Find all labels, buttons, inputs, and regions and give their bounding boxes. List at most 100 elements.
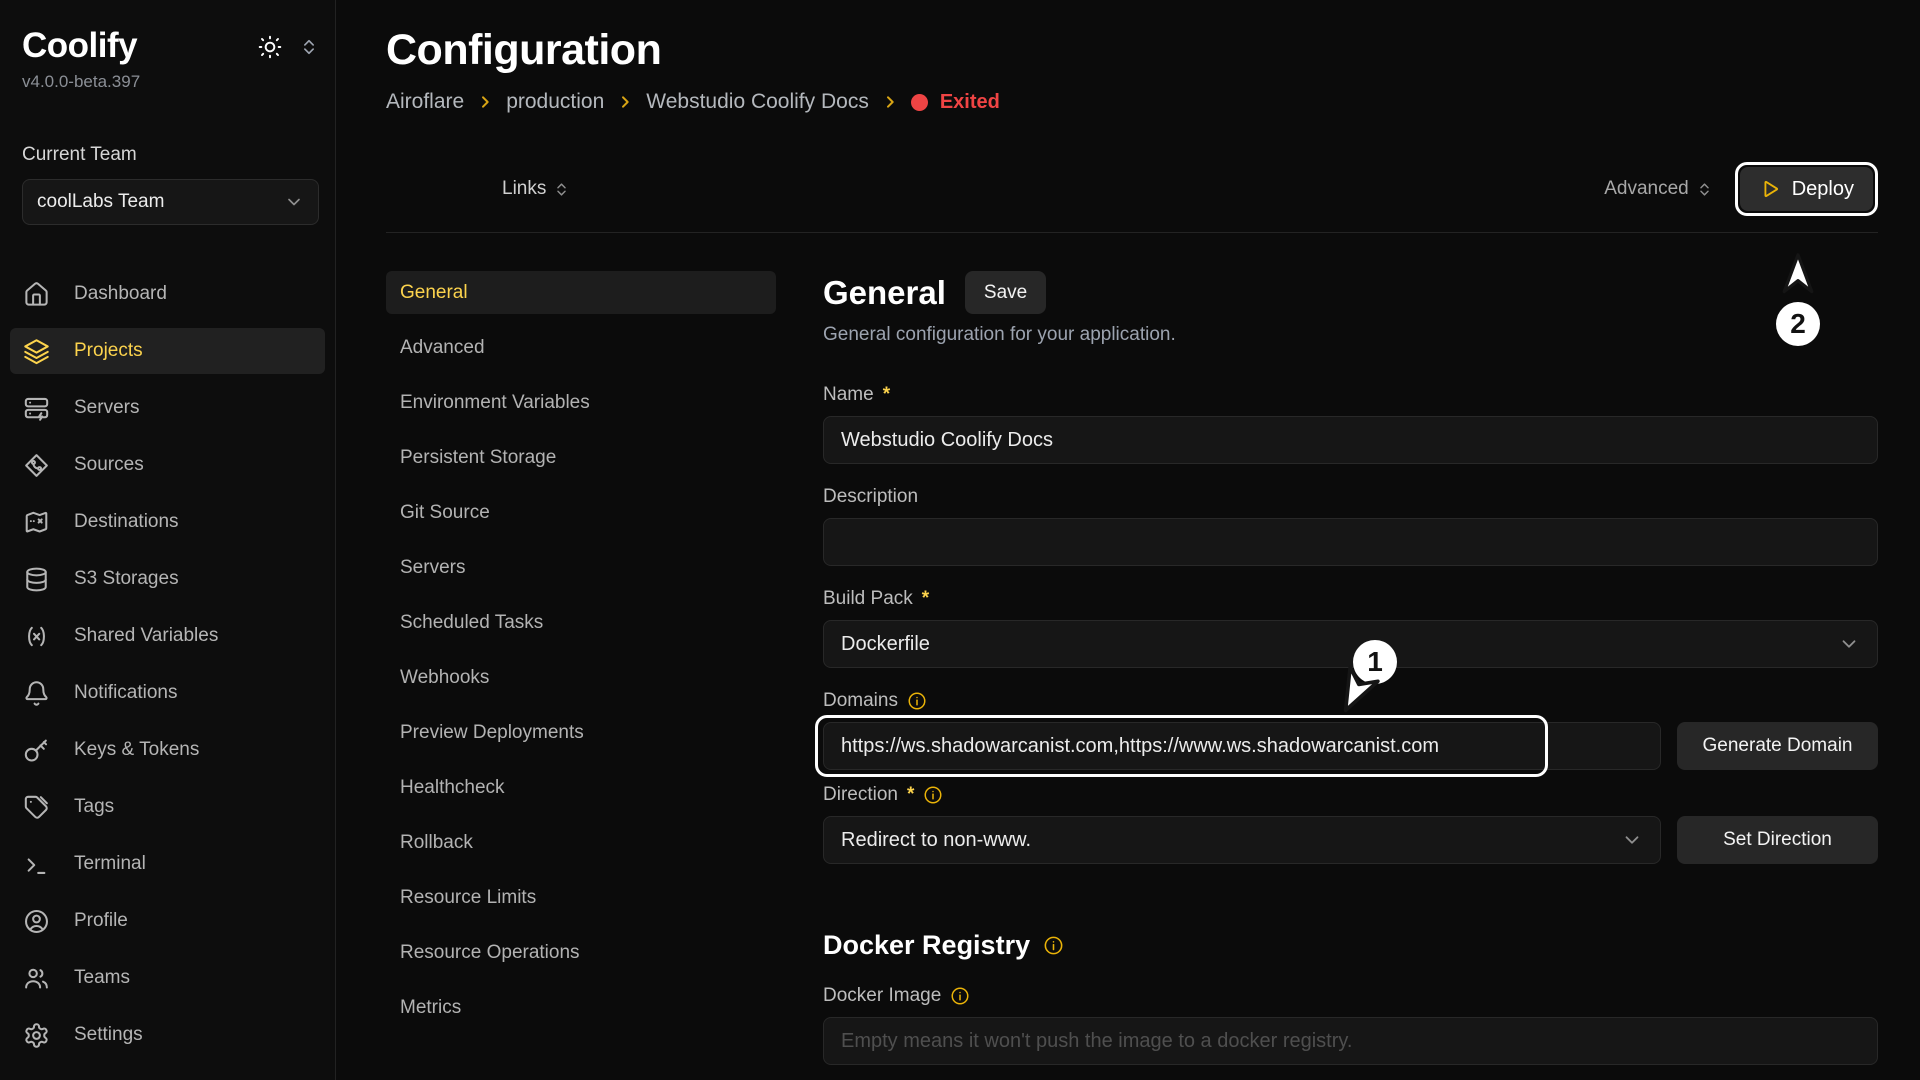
server-icon bbox=[23, 395, 50, 422]
sidebar-nav: Dashboard Projects Servers Sources Desti… bbox=[0, 271, 335, 1058]
advanced-dropdown[interactable]: Advanced bbox=[1604, 178, 1713, 200]
chevron-down-icon bbox=[284, 192, 304, 212]
subnav-item-label: General bbox=[400, 282, 468, 304]
sidebar-item[interactable]: Shared Variables bbox=[10, 613, 325, 659]
save-button[interactable]: Save bbox=[965, 271, 1046, 314]
sidebar-item[interactable]: Keys & Tokens bbox=[10, 727, 325, 773]
subnav-item-label: Servers bbox=[400, 557, 465, 579]
sidebar-item[interactable]: Destinations bbox=[10, 499, 325, 545]
docker-image-label: Docker Image bbox=[823, 985, 941, 1007]
sidebar-item[interactable]: Dashboard bbox=[10, 271, 325, 317]
sidebar-item-label: Profile bbox=[74, 910, 128, 932]
subnav-item[interactable]: Environment Variables bbox=[386, 381, 776, 424]
sidebar-item-label: Tags bbox=[74, 796, 114, 818]
direction-label: Direction bbox=[823, 784, 898, 806]
tag-icon bbox=[23, 794, 50, 821]
database-icon bbox=[23, 566, 50, 593]
subnav-item[interactable]: Resource Operations bbox=[386, 931, 776, 974]
description-label: Description bbox=[823, 486, 918, 508]
sidebar-item[interactable]: Notifications bbox=[10, 670, 325, 716]
team-select-value: coolLabs Team bbox=[37, 191, 164, 213]
subnav-item-label: Resource Limits bbox=[400, 887, 536, 909]
subnav-item[interactable]: Webhooks bbox=[386, 656, 776, 699]
subnav-item-label: Webhooks bbox=[400, 667, 489, 689]
name-input[interactable] bbox=[823, 416, 1878, 464]
status-badge: Exited bbox=[911, 91, 1000, 114]
sidebar-item[interactable]: Projects bbox=[10, 328, 325, 374]
description-input[interactable] bbox=[823, 518, 1878, 566]
app-logo[interactable]: Coolify bbox=[22, 26, 137, 66]
subnav-item[interactable]: General bbox=[386, 271, 776, 314]
sidebar-item[interactable]: Servers bbox=[10, 385, 325, 431]
docker-image-input[interactable] bbox=[823, 1017, 1878, 1065]
chevron-right-icon bbox=[617, 94, 633, 110]
subnav-item-label: Rollback bbox=[400, 832, 473, 854]
info-icon[interactable] bbox=[1043, 935, 1064, 956]
sidebar: Coolify v4.0.0-beta.397 Current Team coo… bbox=[0, 0, 336, 1080]
sidebar-item[interactable]: Teams bbox=[10, 955, 325, 1001]
breadcrumb-item[interactable]: production bbox=[506, 90, 604, 114]
sidebar-item[interactable]: Profile bbox=[10, 898, 325, 944]
map-icon bbox=[23, 509, 50, 536]
annotation-arrow-up-icon bbox=[1775, 250, 1821, 302]
sidebar-item[interactable]: Terminal bbox=[10, 841, 325, 887]
sidebar-item-label: Sources bbox=[74, 454, 144, 476]
subnav-item[interactable]: Advanced bbox=[386, 326, 776, 369]
build-pack-label: Build Pack bbox=[823, 588, 913, 610]
sidebar-item[interactable]: Sources bbox=[10, 442, 325, 488]
user-circle-icon bbox=[23, 908, 50, 935]
subnav-item[interactable]: Git Source bbox=[386, 491, 776, 534]
chevron-down-icon bbox=[1621, 829, 1643, 851]
status-dot-icon bbox=[911, 94, 928, 111]
terminal-icon bbox=[23, 851, 50, 878]
info-icon[interactable] bbox=[907, 691, 927, 711]
sidebar-item-label: Notifications bbox=[74, 682, 178, 704]
set-direction-button[interactable]: Set Direction bbox=[1677, 816, 1878, 864]
current-team-label: Current Team bbox=[22, 144, 319, 166]
chevrons-up-down-icon[interactable] bbox=[299, 37, 319, 57]
chevrons-up-down-icon bbox=[553, 181, 570, 198]
subnav-item-label: Environment Variables bbox=[400, 392, 590, 414]
domains-label: Domains bbox=[823, 690, 898, 712]
subnav-item-label: Preview Deployments bbox=[400, 722, 584, 744]
chevron-right-icon bbox=[882, 94, 898, 110]
tab-links[interactable]: Links bbox=[502, 178, 570, 200]
domains-input[interactable] bbox=[823, 722, 1661, 770]
info-icon[interactable] bbox=[923, 785, 943, 805]
deploy-button[interactable]: Deploy bbox=[1740, 167, 1873, 211]
main-content: Configuration Airoflare production Webst… bbox=[336, 0, 1920, 1080]
subnav-item[interactable]: Rollback bbox=[386, 821, 776, 864]
sidebar-item-label: Terminal bbox=[74, 853, 146, 875]
subnav-item[interactable]: Scheduled Tasks bbox=[386, 601, 776, 644]
subnav-item[interactable]: Resource Limits bbox=[386, 876, 776, 919]
subnav-item-label: Advanced bbox=[400, 337, 485, 359]
sidebar-item-label: Shared Variables bbox=[74, 625, 218, 647]
build-pack-value: Dockerfile bbox=[841, 633, 930, 656]
page-title: Configuration bbox=[386, 26, 1878, 75]
subnav-item[interactable]: Preview Deployments bbox=[386, 711, 776, 754]
theme-toggle-sun-icon[interactable] bbox=[257, 34, 283, 60]
subnav-item[interactable]: Persistent Storage bbox=[386, 436, 776, 479]
sidebar-item[interactable]: Tags bbox=[10, 784, 325, 830]
breadcrumb-item[interactable]: Airoflare bbox=[386, 90, 464, 114]
chevrons-up-down-icon bbox=[1696, 181, 1713, 198]
sidebar-item-label: Servers bbox=[74, 397, 139, 419]
breadcrumb-item[interactable]: Webstudio Coolify Docs bbox=[646, 90, 869, 114]
annotation-step-2-badge: 2 bbox=[1776, 302, 1820, 346]
subnav-item[interactable]: Servers bbox=[386, 546, 776, 589]
tabs-divider bbox=[386, 232, 1878, 233]
section-title: General bbox=[823, 274, 946, 312]
sidebar-item[interactable]: S3 Storages bbox=[10, 556, 325, 602]
subnav-item[interactable]: Metrics bbox=[386, 986, 776, 1029]
sidebar-item-label: S3 Storages bbox=[74, 568, 179, 590]
sidebar-item[interactable]: Settings bbox=[10, 1012, 325, 1058]
key-icon bbox=[23, 737, 50, 764]
generate-domain-button[interactable]: Generate Domain bbox=[1677, 722, 1878, 770]
settings-subnav: General Advanced Environment Variables P… bbox=[386, 271, 776, 1065]
section-description: General configuration for your applicati… bbox=[823, 324, 1878, 346]
info-icon[interactable] bbox=[950, 986, 970, 1006]
direction-select[interactable]: Redirect to non-www. bbox=[823, 816, 1661, 864]
deploy-button-label: Deploy bbox=[1792, 178, 1854, 201]
subnav-item[interactable]: Healthcheck bbox=[386, 766, 776, 809]
team-select[interactable]: coolLabs Team bbox=[22, 179, 319, 225]
